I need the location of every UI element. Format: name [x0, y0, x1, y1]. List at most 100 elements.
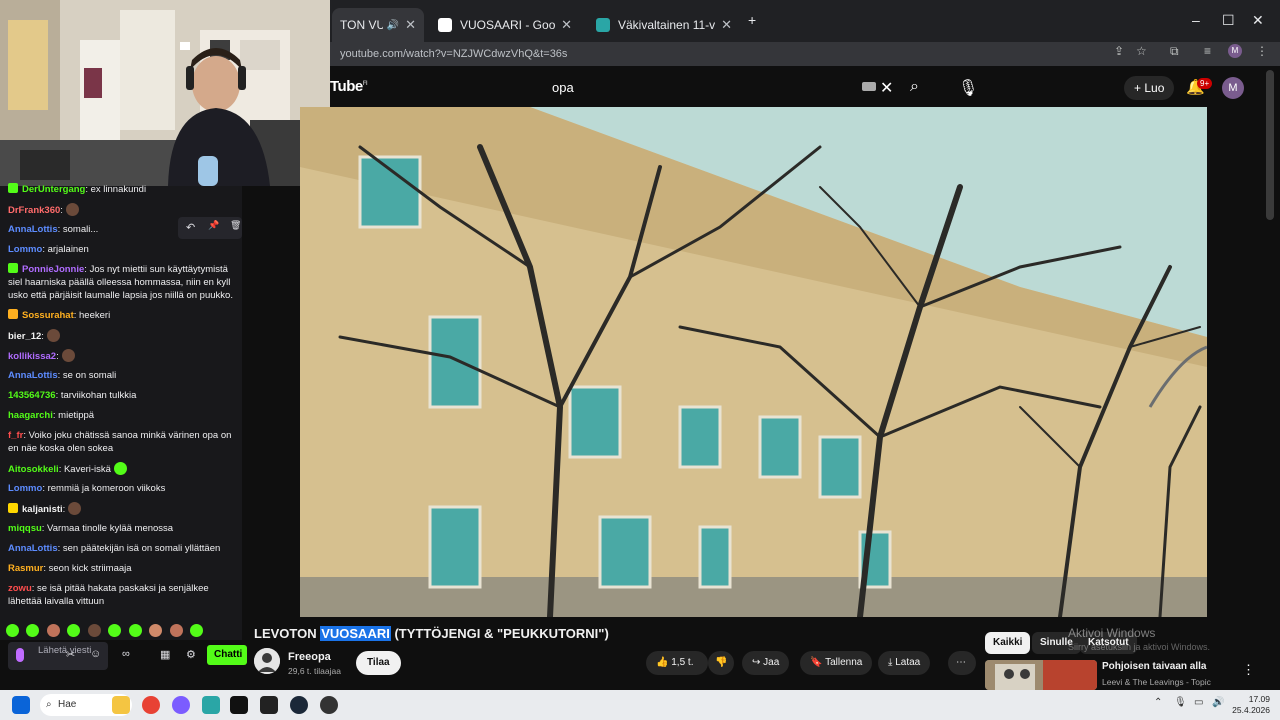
taskbar-clock[interactable]: 17.09 25.4.2026	[1230, 694, 1270, 716]
tray-microphone-icon[interactable]: 🎙	[1174, 697, 1187, 708]
chat-username[interactable]: DrFrank360	[8, 205, 60, 216]
bookmark-icon: 🔖	[810, 657, 823, 668]
extensions-icon[interactable]: ⧉	[1170, 44, 1179, 59]
microphone-icon[interactable]	[16, 648, 24, 662]
list-item: AnnaLottis: sen päätekijän isä on somali…	[8, 542, 240, 555]
file-explorer-icon[interactable]	[112, 696, 130, 714]
subscribe-button[interactable]: Tilaa	[356, 651, 401, 675]
chat-text: : arjalainen	[42, 244, 89, 255]
app-icon[interactable]	[202, 696, 220, 714]
chat-username[interactable]: Lommo	[8, 244, 42, 255]
chat-username[interactable]: 143564736	[8, 390, 56, 401]
network-icon[interactable]: ▭	[1194, 697, 1203, 708]
chat-username[interactable]: f_fr	[8, 430, 23, 441]
audio-icon[interactable]: 🔊	[387, 20, 399, 31]
chat-username[interactable]: kaljanisti	[22, 504, 63, 515]
chat-badge-icon	[8, 263, 18, 273]
chat-username[interactable]: PonnieJonnie	[22, 264, 84, 275]
chat-username[interactable]: haagarchi	[8, 410, 53, 421]
windows-start-icon[interactable]	[12, 696, 30, 714]
chat-username[interactable]: Sossurahat	[22, 310, 74, 321]
media-controls-icon[interactable]: ≡	[1204, 44, 1211, 58]
download-button[interactable]: ⤓ Lataa	[878, 651, 931, 675]
emote-icon[interactable]	[190, 624, 204, 637]
like-button[interactable]: 👍 1,5 t.	[646, 651, 708, 675]
chat-username[interactable]: AnnaLottis	[8, 543, 58, 554]
chat-badge-icon	[8, 183, 18, 193]
obs-icon[interactable]	[320, 696, 338, 714]
recommendation-title[interactable]: Pohjoisen taivaan alla	[1102, 661, 1206, 672]
recommendation-channel[interactable]: Leevi & The Leavings - Topic	[1102, 677, 1211, 687]
recommendation-more-icon[interactable]: ⋮	[1242, 662, 1255, 678]
chat-username[interactable]: Rasmur	[8, 563, 43, 574]
chat-send-button[interactable]: Chatti	[207, 645, 247, 665]
avatar[interactable]: M	[1222, 77, 1244, 99]
maximize-button[interactable]: ☐	[1222, 12, 1235, 29]
keyboard-icon[interactable]	[862, 82, 876, 91]
tab-news[interactable]: Väkivaltainen 11-vuotias tyttö o ✕	[588, 8, 740, 42]
chrome-icon[interactable]	[142, 696, 160, 714]
chat-username[interactable]: Lommo	[8, 483, 42, 494]
search-icon[interactable]: ⌕	[910, 78, 919, 96]
emote-icon[interactable]	[87, 624, 101, 637]
more-actions-button[interactable]: ⋯	[948, 651, 976, 675]
shortcuts-icon[interactable]: ✂	[66, 648, 75, 661]
x-app-icon[interactable]	[230, 696, 248, 714]
cast-icon[interactable]: ⇪	[1114, 44, 1124, 58]
profile-avatar[interactable]: M	[1228, 44, 1242, 58]
gift-icon[interactable]: ▦	[160, 648, 170, 661]
tray-expand-icon[interactable]: ⌃	[1154, 697, 1162, 708]
delete-icon[interactable]: 🗑	[230, 220, 241, 231]
url-field[interactable]: youtube.com/watch?v=NZJWCdwzVhQ&t=36s	[340, 44, 1100, 64]
chat-username[interactable]: kollikissa2	[8, 351, 56, 362]
clock-time: 17.09	[1248, 694, 1270, 704]
tab-youtube[interactable]: TON VUOSAARI 🔊 ✕	[332, 8, 424, 42]
save-button[interactable]: 🔖 Tallenna	[800, 651, 873, 675]
emote-icon[interactable]	[46, 624, 60, 637]
filter-chip-all[interactable]: Kaikki	[985, 632, 1031, 654]
pin-icon[interactable]: 📌	[208, 220, 219, 231]
search-input[interactable]: opa	[540, 74, 900, 102]
page-scrollbar[interactable]	[1266, 70, 1274, 220]
youtube-logo[interactable]: TubeFI	[330, 78, 368, 95]
chat-text: : ex linnakundi	[85, 184, 147, 195]
chat-settings-gear-icon[interactable]: ⚙	[186, 648, 196, 661]
bookmark-star-icon[interactable]: ☆	[1136, 44, 1147, 58]
tab-close-icon[interactable]: ✕	[405, 17, 416, 33]
chat-username[interactable]: miqqsu	[8, 523, 42, 534]
emoji-icon[interactable]: ☺	[90, 648, 101, 660]
tab-close-icon[interactable]: ✕	[561, 17, 572, 33]
minimize-button[interactable]: –	[1192, 12, 1200, 28]
channel-name[interactable]: Freeopa	[288, 651, 331, 663]
emote-icon[interactable]	[6, 624, 19, 637]
clear-search-icon[interactable]: ✕	[880, 78, 893, 98]
channel-avatar[interactable]	[254, 648, 280, 674]
emote-icon[interactable]	[128, 624, 142, 637]
chat-username[interactable]: bier_12	[8, 331, 41, 342]
volume-icon[interactable]: 🔊	[1212, 697, 1224, 708]
tab-title: TON VUOSAARI	[340, 18, 383, 32]
notion-icon[interactable]	[260, 696, 278, 714]
channel-points-icon[interactable]: ∞	[122, 648, 130, 660]
tab-google[interactable]: VUOSAARI - Google-haku ✕	[430, 8, 580, 42]
new-tab-button[interactable]: +	[748, 12, 756, 28]
dislike-button[interactable]: 👎	[708, 651, 734, 675]
undo-icon[interactable]: ↶	[186, 221, 195, 234]
video-player[interactable]	[300, 107, 1207, 617]
close-window-button[interactable]: ✕	[1252, 12, 1264, 29]
recommendation-thumbnail[interactable]	[985, 660, 1097, 690]
microphone-icon[interactable]: 🎙	[958, 78, 978, 98]
create-button[interactable]: + Luo	[1124, 76, 1175, 100]
chat-username[interactable]: Aitosokkeli	[8, 464, 59, 475]
browser-menu-icon[interactable]: ⋮	[1256, 44, 1268, 58]
tab-close-icon[interactable]: ✕	[721, 17, 732, 33]
emote-icon[interactable]	[169, 624, 183, 637]
chat-username[interactable]: AnnaLottis	[8, 224, 58, 235]
chat-username[interactable]: zowu	[8, 583, 32, 594]
chat-username[interactable]: DerUntergang	[22, 184, 85, 195]
share-button[interactable]: ↪ Jaa	[742, 651, 790, 675]
steam-icon[interactable]	[290, 696, 308, 714]
chat-text: : Varmaa tinolle kylää menossa	[41, 523, 174, 534]
discord-icon[interactable]	[172, 696, 190, 714]
chat-username[interactable]: AnnaLottis	[8, 370, 58, 381]
